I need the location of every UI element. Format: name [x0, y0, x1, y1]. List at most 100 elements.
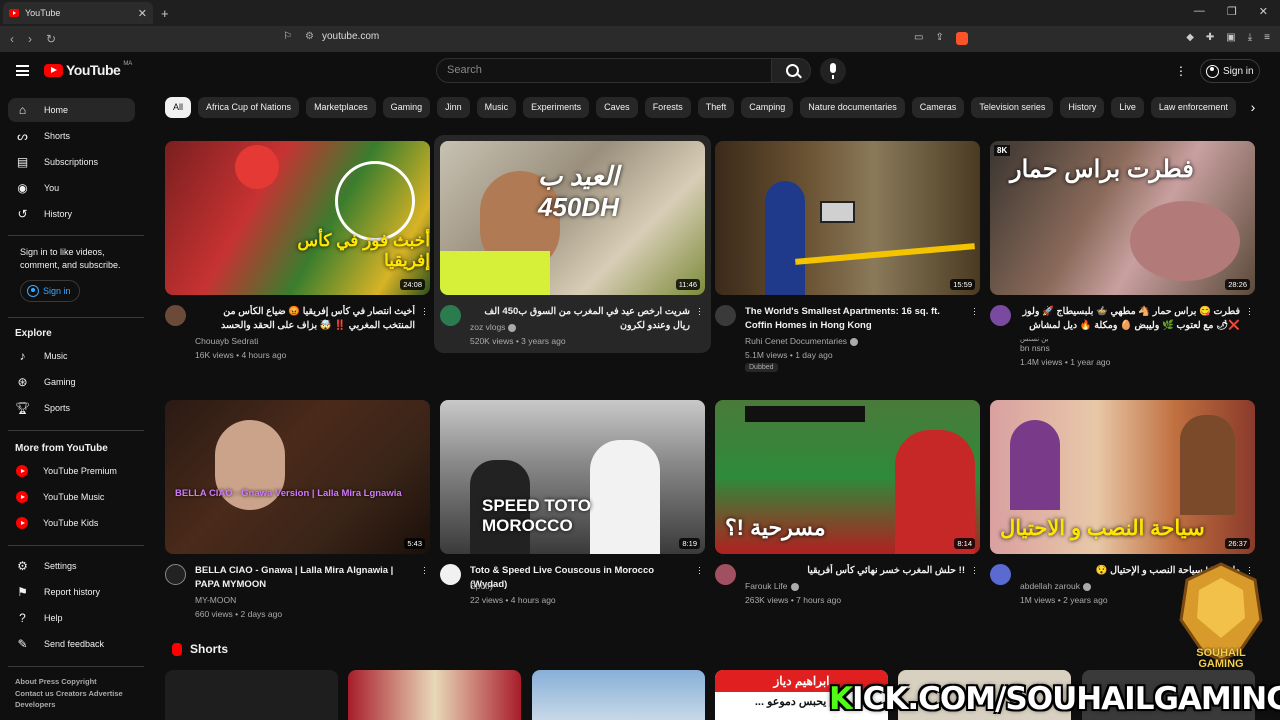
- short-thumbnail[interactable]: [348, 670, 521, 720]
- browser-tab[interactable]: YouTube ✕: [3, 2, 153, 24]
- sidebar-item-sports[interactable]: 🏆︎ Sports: [8, 396, 135, 420]
- video-thumbnail[interactable]: أخبث فوز في كأس إفريقيا 24:08: [165, 141, 430, 295]
- video-title[interactable]: The World's Smallest Apartments: 16 sq. …: [745, 305, 965, 333]
- extensions-icon[interactable]: ✚: [1206, 32, 1214, 43]
- sidebar-item-help[interactable]: ? Help: [8, 606, 135, 630]
- sidebar-item-subscriptions[interactable]: ▤ Subscriptions: [8, 150, 135, 174]
- video-title[interactable]: !! حلش المغرب خسر نهائي كأس أفريقيا: [745, 564, 965, 578]
- chip-live[interactable]: Live: [1111, 97, 1144, 118]
- video-thumbnail[interactable]: BELLA CIAO - Gnawa Version | Lalla Mira …: [165, 400, 430, 554]
- settings-menu-icon[interactable]: · · ·: [1178, 59, 1184, 81]
- video-title[interactable]: فطرت 😋 براس حمار 🐴 مطهي 🍲 بلبسيطاج 🚀 ولو…: [1020, 305, 1240, 333]
- video-title[interactable]: أخيث انتصار في كأس إفريقيا 😡 ضياع الكأس …: [195, 305, 415, 333]
- channel-avatar[interactable]: [440, 564, 461, 585]
- sign-in-button[interactable]: Sign in: [1200, 59, 1260, 83]
- chip-theft[interactable]: Theft: [697, 97, 735, 118]
- channel-avatar[interactable]: [990, 564, 1011, 585]
- chip-nature-documentaries[interactable]: Nature documentaries: [800, 97, 905, 118]
- video-menu-icon[interactable]: · · ·: [698, 563, 702, 578]
- channel-name[interactable]: Ruhi Cenet Documentaries: [745, 334, 859, 348]
- chip-caves[interactable]: Caves: [596, 97, 638, 118]
- reader-icon[interactable]: ▭: [914, 32, 923, 45]
- sidebar-item-youtube-premium[interactable]: YouTube Premium: [8, 459, 135, 483]
- video-title[interactable]: Toto & Speed Live Couscous in Morocco (W…: [470, 564, 690, 592]
- sidebar-toggle-icon[interactable]: ▣: [1226, 32, 1235, 43]
- channel-name[interactable]: Farouk Life: [745, 579, 799, 593]
- sidebar-item-youtube-kids[interactable]: YouTube Kids: [8, 511, 135, 535]
- chip-jinn[interactable]: Jinn: [437, 97, 470, 118]
- channel-name[interactable]: MY-MOON: [195, 593, 236, 607]
- sidebar-item-shorts[interactable]: ᔕ Shorts: [8, 124, 135, 148]
- chip-music[interactable]: Music: [476, 97, 517, 118]
- chip-law-enforcement[interactable]: Law enforcement: [1150, 97, 1236, 118]
- video-menu-icon[interactable]: · · ·: [423, 563, 427, 578]
- search-input[interactable]: Search: [436, 58, 772, 83]
- chip-camping[interactable]: Camping: [741, 97, 794, 118]
- video-menu-icon[interactable]: · · ·: [698, 304, 702, 319]
- brave-shield-icon[interactable]: [955, 32, 968, 45]
- sidebar-item-send-feedback[interactable]: ✎ Send feedback: [8, 632, 135, 656]
- short-thumbnail[interactable]: [532, 670, 705, 720]
- share-icon[interactable]: ⇪: [935, 32, 943, 45]
- sidebar-item-gaming[interactable]: ⊛ Gaming: [8, 370, 135, 394]
- video-thumbnail[interactable]: العيد ب 450DH 11:46: [440, 141, 705, 295]
- channel-avatar[interactable]: [165, 305, 186, 326]
- video-thumbnail[interactable]: 15:59: [715, 141, 980, 295]
- sidebar-item-youtube-music[interactable]: YouTube Music: [8, 485, 135, 509]
- chip-gaming[interactable]: Gaming: [382, 97, 431, 118]
- video-menu-icon[interactable]: · · ·: [973, 563, 977, 578]
- sidebar-item-settings[interactable]: ⚙ Settings: [8, 554, 135, 578]
- video-title[interactable]: BELLA CIAO - Gnawa | Lalla Mira Algnawia…: [195, 564, 415, 592]
- sidebar-item-you[interactable]: ◉ You: [8, 176, 135, 200]
- video-menu-icon[interactable]: · · ·: [423, 304, 427, 319]
- channel-name[interactable]: abdellah zarouk: [1020, 579, 1092, 593]
- sidebar-sign-in-button[interactable]: Sign in: [20, 280, 80, 302]
- close-window-icon[interactable]: ✕: [1259, 5, 1268, 18]
- chip-cameras[interactable]: Cameras: [911, 97, 965, 118]
- wallet-icon[interactable]: ◆: [1186, 32, 1194, 43]
- search-button[interactable]: [771, 58, 811, 83]
- video-thumbnail[interactable]: SPEED TOTO MOROCCO 8:19: [440, 400, 705, 554]
- video-thumbnail[interactable]: 8K فطرت براس حمار 28:26: [990, 141, 1255, 295]
- voice-search-icon[interactable]: [820, 58, 846, 84]
- sidebar-item-history[interactable]: ↺ History: [8, 202, 135, 226]
- channel-avatar[interactable]: [440, 305, 461, 326]
- hamburger-menu-icon[interactable]: [16, 65, 29, 76]
- chip-africa-cup-of-nations[interactable]: Africa Cup of Nations: [198, 97, 300, 118]
- maximize-icon[interactable]: ❐: [1227, 5, 1237, 18]
- channel-name[interactable]: zoz vlogs: [470, 320, 517, 334]
- chevron-right-icon[interactable]: ›: [1240, 97, 1266, 119]
- video-thumbnail[interactable]: مسرحية !؟ 8:14: [715, 400, 980, 554]
- reload-icon[interactable]: ↻: [46, 32, 56, 46]
- video-thumbnail[interactable]: سياحة النصب و الاحتيال 26:37: [990, 400, 1255, 554]
- chip-history[interactable]: History: [1060, 97, 1105, 118]
- short-thumbnail[interactable]: [165, 670, 338, 720]
- channel-name[interactable]: Chouayb Sedrati: [195, 334, 258, 348]
- channel-avatar[interactable]: [165, 564, 186, 585]
- close-tab-icon[interactable]: ✕: [138, 7, 147, 20]
- channel-name[interactable]: bn nsns: [1020, 341, 1050, 355]
- video-menu-icon[interactable]: · · ·: [973, 304, 977, 319]
- new-tab-icon[interactable]: +: [161, 6, 169, 21]
- footer-links[interactable]: Contact us Creators Advertise: [15, 688, 140, 700]
- channel-avatar[interactable]: [715, 305, 736, 326]
- sidebar-item-report-history[interactable]: ⚑ Report history: [8, 580, 135, 604]
- sidebar-item-home[interactable]: ⌂ Home: [8, 98, 135, 122]
- footer-links[interactable]: Developers: [15, 699, 140, 711]
- chip-experiments[interactable]: Experiments: [523, 97, 590, 118]
- downloads-icon[interactable]: ⤓: [1248, 32, 1252, 43]
- youtube-logo[interactable]: YouTube MA: [44, 61, 132, 78]
- footer-links[interactable]: About Press Copyright: [15, 676, 140, 688]
- channel-name[interactable]: Spotly: [470, 579, 494, 593]
- site-info-icon[interactable]: ⚙: [305, 31, 314, 42]
- channel-avatar[interactable]: [715, 564, 736, 585]
- chip-forests[interactable]: Forests: [644, 97, 691, 118]
- url-field[interactable]: youtube.com: [322, 31, 379, 42]
- chip-marketplaces[interactable]: Marketplaces: [306, 97, 376, 118]
- browser-menu-icon[interactable]: ≡: [1264, 32, 1270, 43]
- back-icon[interactable]: ‹: [10, 32, 14, 46]
- video-menu-icon[interactable]: · · ·: [1248, 304, 1252, 319]
- chip-television-series[interactable]: Television series: [971, 97, 1054, 118]
- forward-icon[interactable]: ›: [28, 32, 32, 46]
- sidebar-item-music[interactable]: ♪ Music: [8, 344, 135, 368]
